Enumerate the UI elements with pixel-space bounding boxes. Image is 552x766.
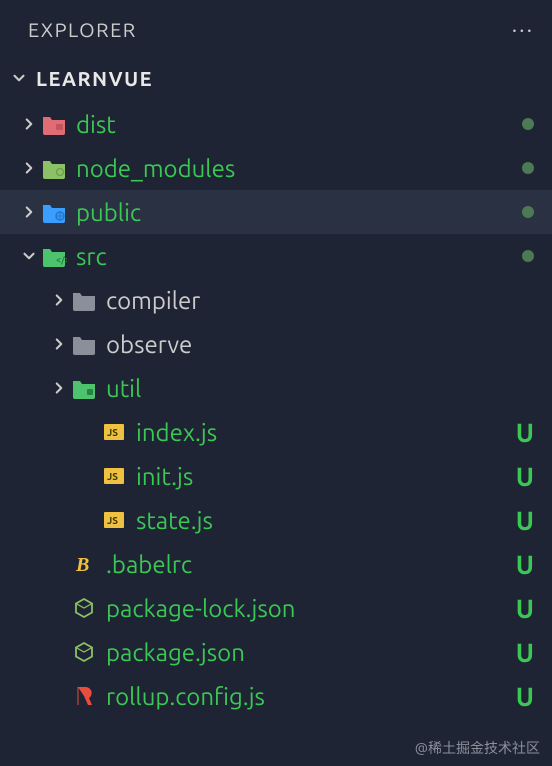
tree-item-dist[interactable]: dist bbox=[0, 102, 552, 146]
node-icon bbox=[70, 594, 98, 622]
rollup-icon bbox=[70, 682, 98, 710]
tree-item-label: public bbox=[76, 199, 141, 226]
chevron-placeholder bbox=[78, 421, 100, 443]
js-icon: JS bbox=[100, 462, 128, 490]
git-untracked-badge: U bbox=[516, 550, 534, 579]
git-untracked-badge: U bbox=[516, 462, 534, 491]
js-icon: JS bbox=[100, 418, 128, 446]
folder-gray-icon bbox=[70, 286, 98, 314]
svg-text:B: B bbox=[75, 554, 89, 576]
chevron-right-icon bbox=[18, 113, 40, 135]
tree-item-label: node_modules bbox=[76, 155, 235, 182]
chevron-right-icon bbox=[18, 201, 40, 223]
git-untracked-badge: U bbox=[516, 638, 534, 667]
svg-text:</>: </> bbox=[56, 255, 67, 265]
tree-item-rollup-config-js[interactable]: rollup.config.js U bbox=[0, 674, 552, 718]
tree-item-label: dist bbox=[76, 111, 116, 138]
tree-item-label: src bbox=[76, 243, 107, 270]
tree-item-public[interactable]: public bbox=[0, 190, 552, 234]
chevron-placeholder bbox=[48, 553, 70, 575]
tree-item-package-json[interactable]: package.json U bbox=[0, 630, 552, 674]
git-modified-dot-icon bbox=[522, 162, 534, 174]
git-untracked-badge: U bbox=[516, 418, 534, 447]
svg-text:JS: JS bbox=[107, 515, 118, 526]
svg-text:JS: JS bbox=[107, 427, 118, 438]
chevron-placeholder bbox=[78, 465, 100, 487]
chevron-right-icon bbox=[18, 157, 40, 179]
chevron-placeholder bbox=[48, 641, 70, 663]
node-icon bbox=[70, 638, 98, 666]
folder-util-icon bbox=[70, 374, 98, 402]
folder-green-icon bbox=[40, 154, 68, 182]
tree-item-util[interactable]: util bbox=[0, 366, 552, 410]
tree-item--babelrc[interactable]: B .babelrc U bbox=[0, 542, 552, 586]
watermark-text: @稀土掘金技术社区 bbox=[415, 738, 540, 758]
tree-item-state-js[interactable]: JS state.js U bbox=[0, 498, 552, 542]
chevron-placeholder bbox=[78, 509, 100, 531]
chevron-right-icon bbox=[48, 289, 70, 311]
folder-red-icon bbox=[40, 110, 68, 138]
file-tree: dist node_modulespublic </> src compiler obse… bbox=[0, 98, 552, 718]
tree-item-label: compiler bbox=[106, 287, 200, 314]
tree-item-src[interactable]: </> src bbox=[0, 234, 552, 278]
git-untracked-badge: U bbox=[516, 506, 534, 535]
explorer-header: EXPLORER ··· bbox=[0, 0, 552, 58]
tree-item-label: package-lock.json bbox=[106, 595, 295, 622]
folder-blue-icon bbox=[40, 198, 68, 226]
git-modified-dot-icon bbox=[522, 206, 534, 218]
tree-item-label: init.js bbox=[136, 463, 193, 490]
tree-item-observe[interactable]: observe bbox=[0, 322, 552, 366]
chevron-placeholder bbox=[48, 685, 70, 707]
tree-item-package-lock-json[interactable]: package-lock.json U bbox=[0, 586, 552, 630]
tree-item-index-js[interactable]: JS index.js U bbox=[0, 410, 552, 454]
git-untracked-badge: U bbox=[516, 594, 534, 623]
git-modified-dot-icon bbox=[522, 250, 534, 262]
tree-item-label: util bbox=[106, 375, 141, 402]
chevron-right-icon bbox=[48, 377, 70, 399]
chevron-placeholder bbox=[48, 597, 70, 619]
chevron-right-icon bbox=[48, 333, 70, 355]
tree-item-node_modules[interactable]: node_modules bbox=[0, 146, 552, 190]
project-root-row[interactable]: LEARNVUE bbox=[0, 58, 552, 98]
tree-item-label: .babelrc bbox=[106, 551, 192, 578]
explorer-title: EXPLORER bbox=[28, 18, 137, 41]
tree-item-compiler[interactable]: compiler bbox=[0, 278, 552, 322]
project-name: LEARNVUE bbox=[36, 67, 153, 90]
folder-src-icon: </> bbox=[40, 242, 68, 270]
git-modified-dot-icon bbox=[522, 118, 534, 130]
svg-text:JS: JS bbox=[107, 471, 118, 482]
folder-gray-icon bbox=[70, 330, 98, 358]
git-untracked-badge: U bbox=[516, 682, 534, 711]
tree-item-init-js[interactable]: JS init.js U bbox=[0, 454, 552, 498]
chevron-down-icon bbox=[8, 67, 30, 89]
babel-icon: B bbox=[70, 550, 98, 578]
tree-item-label: index.js bbox=[136, 419, 217, 446]
tree-item-label: state.js bbox=[136, 507, 213, 534]
more-actions-icon[interactable]: ··· bbox=[512, 17, 534, 42]
tree-item-label: observe bbox=[106, 331, 192, 358]
tree-item-label: package.json bbox=[106, 639, 245, 666]
chevron-down-icon bbox=[18, 245, 40, 267]
tree-item-label: rollup.config.js bbox=[106, 683, 265, 710]
js-icon: JS bbox=[100, 506, 128, 534]
